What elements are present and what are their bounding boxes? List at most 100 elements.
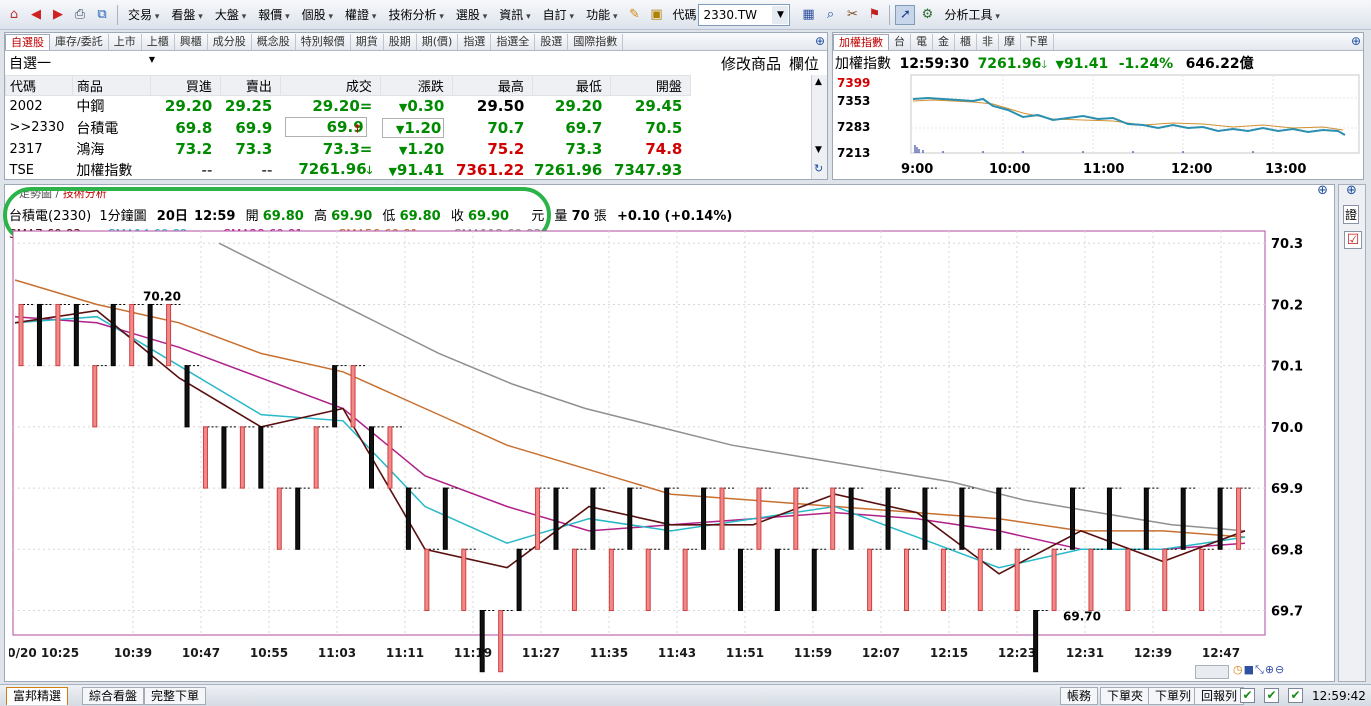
checklist-icon[interactable]: ☑: [1344, 231, 1362, 249]
zoom-out-icon[interactable]: ⊖: [1275, 663, 1284, 677]
tab-stock-options[interactable]: 股選: [535, 34, 569, 50]
menu-screener[interactable]: 選股: [451, 6, 492, 23]
zoom-icon[interactable]: ⊕: [1346, 183, 1357, 198]
candle: [202, 426, 208, 489]
tab-msci[interactable]: 摩: [999, 34, 1021, 50]
tab-stock-futures[interactable]: 股期: [384, 34, 417, 50]
tab-order[interactable]: 下單: [1021, 34, 1054, 50]
report-bar-button[interactable]: 回報列: [1194, 687, 1245, 705]
columns-button[interactable]: 欄位: [789, 53, 819, 74]
back-icon[interactable]: ◀: [26, 5, 46, 25]
vertical-scrollbar[interactable]: ▲ ▼ ↻: [811, 75, 827, 179]
tab-special-quote[interactable]: 特別報價: [296, 34, 351, 50]
tab-inventory[interactable]: 庫存/委託: [50, 34, 109, 50]
tab-watchlist[interactable]: 自選股: [5, 34, 50, 50]
tab-futures-price[interactable]: 期(價): [417, 34, 459, 50]
header-code[interactable]: 代碼: [5, 75, 73, 96]
header-open[interactable]: 開盤: [609, 75, 691, 96]
menu-function[interactable]: 功能: [581, 6, 622, 23]
header-bid[interactable]: 買進: [149, 75, 221, 96]
tools-icon[interactable]: ✂: [842, 5, 862, 25]
zoom-in-icon[interactable]: ⊕: [1265, 663, 1274, 677]
cell-open: 29.45: [634, 97, 683, 116]
chevron-down-icon[interactable]: ▼: [772, 5, 789, 24]
clock-icon[interactable]: ◷: [1233, 663, 1243, 677]
menu-market[interactable]: 大盤: [210, 6, 251, 23]
checkbox-3[interactable]: ✔: [1288, 688, 1303, 703]
tab-non-finance[interactable]: 非: [977, 34, 999, 50]
tab-index-options-all[interactable]: 指選全: [491, 34, 536, 50]
tab-fubon-select[interactable]: 富邦精選: [6, 687, 69, 705]
refresh-icon[interactable]: ↻: [814, 162, 823, 175]
cell-bid: 69.8: [175, 118, 213, 137]
forward-icon[interactable]: ▶: [48, 5, 68, 25]
code-input[interactable]: 2330.TW ▼: [698, 3, 791, 26]
zoom-icon[interactable]: ⊕: [1317, 183, 1328, 198]
tab-overview[interactable]: 綜合看盤: [82, 687, 145, 705]
menu-trade[interactable]: 交易: [123, 6, 164, 23]
candle: [608, 548, 614, 612]
side-tab-cert[interactable]: 證: [1343, 205, 1360, 224]
menu-quote[interactable]: 報價: [253, 6, 294, 23]
account-button[interactable]: 帳務: [1060, 687, 1099, 705]
tab-futures[interactable]: 期貨: [351, 34, 384, 50]
print-icon[interactable]: ⎙: [70, 5, 90, 25]
tab-tw[interactable]: 台: [889, 34, 911, 50]
menu-info[interactable]: 資訊: [494, 6, 535, 23]
tab-taiex[interactable]: 加權指數: [833, 34, 889, 50]
stop-icon[interactable]: ■: [1244, 663, 1254, 677]
expand-icon[interactable]: ⤡: [1255, 663, 1264, 677]
horizontal-scrollbar[interactable]: [1195, 665, 1229, 679]
tab-components[interactable]: 成分股: [208, 34, 252, 50]
calculator-icon[interactable]: ▦: [798, 5, 818, 25]
tab-concept[interactable]: 概念股: [252, 34, 296, 50]
table-row[interactable]: 2317 鴻海 73.2 73.3 73.3= ▼1.20 75.2 73.3 …: [6, 139, 812, 160]
scroll-up-icon[interactable]: ▲: [815, 77, 822, 87]
candle: [1125, 548, 1131, 612]
zoom-icon[interactable]: ⊕: [815, 34, 825, 48]
checkbox-2[interactable]: ✔: [1264, 688, 1279, 703]
menu-custom[interactable]: 自訂: [538, 6, 579, 23]
layout-icon[interactable]: ▣: [646, 5, 666, 25]
header-name[interactable]: 商品: [71, 75, 151, 96]
table-row[interactable]: TSE 加權指數 -- -- 7261.96🡓 ▼91.41 7361.22 7…: [6, 160, 812, 181]
tab-otc-index[interactable]: 櫃: [955, 34, 977, 50]
header-high[interactable]: 最高: [451, 75, 533, 96]
order-folder-button[interactable]: 下單夾: [1100, 687, 1151, 705]
order-bar-button[interactable]: 下單列: [1148, 687, 1199, 705]
menu-analysis-tools[interactable]: 分析工具: [939, 6, 1004, 23]
tab-emerging[interactable]: 興櫃: [175, 34, 208, 50]
edit-products-button[interactable]: 修改商品: [721, 53, 781, 74]
alert-icon[interactable]: ⚑: [864, 5, 884, 25]
tab-full-order[interactable]: 完整下單: [144, 687, 207, 705]
tab-electronics[interactable]: 電: [911, 34, 933, 50]
analysis-tools-icon[interactable]: ⚙: [917, 5, 937, 25]
header-ask[interactable]: 賣出: [219, 75, 281, 96]
cursor-icon[interactable]: ➚: [895, 4, 916, 25]
home-icon[interactable]: ⌂: [4, 5, 24, 25]
menu-warrant[interactable]: 權證: [340, 6, 381, 23]
scroll-down-icon[interactable]: ▼: [815, 145, 822, 155]
table-row[interactable]: >>2330 台積電 69.8 69.9 69.9🡑 ▼1.20 70.7 69…: [6, 116, 812, 139]
table-row[interactable]: 2002 中鋼 29.20 29.25 29.20= ▼0.30 29.50 2…: [6, 96, 812, 117]
y-tick-label: 69.8: [1271, 543, 1303, 558]
tab-finance[interactable]: 金: [933, 34, 955, 50]
menu-technical[interactable]: 技術分析: [383, 6, 448, 23]
cell-last: 29.20=: [312, 97, 373, 116]
tab-index-options[interactable]: 指選: [458, 34, 492, 50]
tab-intl-index[interactable]: 國際指數: [568, 34, 624, 50]
list-selector[interactable]: 自選一 ▼: [7, 53, 157, 73]
menu-stock[interactable]: 個股: [297, 6, 338, 23]
menu-watch[interactable]: 看盤: [166, 6, 207, 23]
tab-otc[interactable]: 上櫃: [142, 34, 175, 50]
header-last[interactable]: 成交: [279, 75, 381, 96]
search-icon[interactable]: ⌕: [820, 5, 840, 25]
header-change[interactable]: 漲跌: [379, 75, 453, 96]
pen-icon[interactable]: ✎: [624, 5, 644, 25]
tab-listed[interactable]: 上市: [109, 34, 142, 50]
zoom-icon[interactable]: ⊕: [1351, 34, 1361, 48]
header-low[interactable]: 最低: [531, 75, 611, 96]
window-icon[interactable]: ⧉: [92, 5, 112, 25]
checkbox-1[interactable]: ✔: [1240, 688, 1255, 703]
candlestick-chart[interactable]: 70.3 70.2 70.1 70.0 69.9 69.8 69.7 10/20 10:25 1…: [9, 229, 1309, 679]
